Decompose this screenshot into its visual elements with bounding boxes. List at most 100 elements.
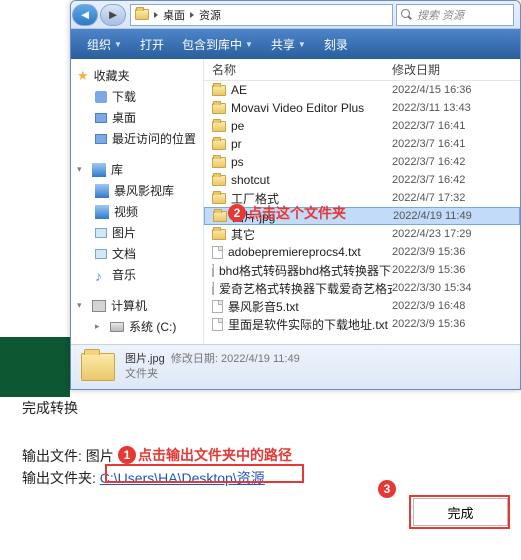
- file-row[interactable]: 暴风影音5.txt 2022/3/9 16:48: [204, 297, 520, 315]
- file-name: 暴风影音5.txt: [228, 298, 299, 315]
- file-name: adobepremiereprocs4.txt: [228, 245, 361, 259]
- file-row[interactable]: AE 2022/4/15 16:36: [204, 81, 520, 99]
- status-text: 图片.jpg 修改日期: 2022/4/19 11:49 文件夹: [125, 352, 300, 383]
- cmd-share[interactable]: 共享 ▼: [263, 33, 314, 56]
- chevron-icon: [154, 12, 158, 18]
- annotation-1: 1点击输出文件夹中的路径: [118, 445, 292, 465]
- sidebar-item-docs[interactable]: 文档: [71, 243, 203, 264]
- file-icon: [212, 246, 223, 259]
- file-list: 名称 修改日期 AE 2022/4/15 16:36 Movavi Video Ed…: [204, 59, 520, 344]
- search-icon: [401, 9, 413, 21]
- desktop-icon: [95, 113, 107, 123]
- folder-icon: [212, 103, 226, 114]
- sidebar-item-recent[interactable]: 最近访问的位置: [71, 128, 203, 149]
- sidebar-libraries[interactable]: ▾ 库: [71, 159, 203, 180]
- file-date: 2022/4/7 17:32: [392, 192, 520, 204]
- file-row[interactable]: ps 2022/3/7 16:42: [204, 153, 520, 171]
- file-icon: [212, 318, 223, 331]
- file-date: 2022/3/9 16:48: [392, 300, 520, 312]
- breadcrumb-1[interactable]: 桌面: [163, 7, 185, 23]
- annotation-2: 2点击这个文件夹: [228, 203, 346, 223]
- folder-icon: [213, 211, 227, 222]
- search-placeholder: 搜索 资源: [417, 7, 464, 23]
- cmd-organize[interactable]: 组织 ▼: [79, 33, 130, 56]
- file-name: pr: [231, 137, 242, 151]
- sidebar-item-pictures[interactable]: 图片: [71, 222, 203, 243]
- folder-icon: [212, 121, 226, 132]
- annotation-3: 3: [378, 480, 396, 498]
- file-name: Movavi Video Editor Plus: [231, 101, 364, 115]
- output-file-label: 输出文件: 图片: [22, 446, 114, 466]
- file-row[interactable]: 爱奇艺格式转换器下载爱奇艺格式转换工...2022/3/30 15:34: [204, 279, 520, 297]
- output-dir-path[interactable]: C:\Users\HA\Desktop\资源: [100, 470, 265, 486]
- chevron-down-icon: ▼: [245, 40, 253, 49]
- file-date: 2022/4/19 11:49: [393, 210, 519, 222]
- file-row[interactable]: shotcut 2022/3/7 16:42: [204, 171, 520, 189]
- search-input[interactable]: 搜索 资源: [396, 4, 514, 26]
- music-icon: ♪: [95, 268, 107, 282]
- explorer-body: ★ 收藏夹 下载 桌面 最近访问的位置 ▾ 库 暴风影视库 视频 图片 文档 ♪…: [71, 59, 520, 344]
- download-icon: [95, 91, 107, 103]
- status-bar: 图片.jpg 修改日期: 2022/4/19 11:49 文件夹: [71, 344, 520, 389]
- sidebar-item-videos[interactable]: 视频: [71, 201, 203, 222]
- file-date: 2022/3/11 13:43: [392, 102, 520, 114]
- file-row[interactable]: pr 2022/3/7 16:41: [204, 135, 520, 153]
- folder-icon: [81, 353, 115, 381]
- folder-icon: [212, 229, 226, 240]
- column-headers[interactable]: 名称 修改日期: [204, 59, 520, 81]
- file-row[interactable]: Movavi Video Editor Plus 2022/3/11 13:43: [204, 99, 520, 117]
- nav-fwd-button[interactable]: ►: [100, 4, 126, 26]
- file-date: 2022/3/9 15:36: [392, 264, 520, 276]
- file-name: ps: [231, 155, 244, 169]
- file-row[interactable]: pe2022/3/7 16:41: [204, 117, 520, 135]
- sidebar-item-c-drive[interactable]: ▸系统 (C:): [71, 316, 203, 337]
- cmd-open[interactable]: 打开: [132, 33, 172, 56]
- sidebar-item-music[interactable]: ♪音乐: [71, 264, 203, 285]
- sidebar-item[interactable]: 暴风影视库: [71, 180, 203, 201]
- file-date: 2022/3/7 16:41: [392, 120, 520, 132]
- col-name[interactable]: 名称: [212, 61, 392, 78]
- chevron-down-icon: ▼: [298, 40, 306, 49]
- file-date: 2022/3/7 16:42: [392, 174, 520, 186]
- folder-icon: [212, 85, 226, 96]
- chevron-icon: [190, 12, 194, 18]
- cmd-include[interactable]: 包含到库中 ▼: [174, 33, 261, 56]
- folder-icon: [135, 9, 149, 20]
- sidebar: ★ 收藏夹 下载 桌面 最近访问的位置 ▾ 库 暴风影视库 视频 图片 文档 ♪…: [71, 59, 204, 344]
- sidebar-item-downloads[interactable]: 下载: [71, 86, 203, 107]
- file-row[interactable]: adobepremiereprocs4.txt2022/3/9 15:36: [204, 243, 520, 261]
- file-icon: [212, 282, 214, 295]
- chevron-down-icon: ▼: [114, 40, 122, 49]
- disk-icon: [110, 322, 124, 332]
- command-bar: 组织 ▼ 打开 包含到库中 ▼ 共享 ▼ 刻录: [71, 29, 520, 59]
- library-icon: [92, 163, 106, 177]
- file-date: 2022/3/7 16:42: [392, 156, 520, 168]
- chevron-icon: ▸: [95, 321, 105, 332]
- file-date: 2022/4/15 16:36: [392, 84, 520, 96]
- computer-icon: [92, 300, 106, 312]
- folder-icon: [212, 139, 226, 150]
- file-name: 爱奇艺格式转换器下载爱奇艺格式转换工...: [219, 280, 392, 297]
- file-row[interactable]: 其它2022/4/23 17:29: [204, 225, 520, 243]
- breadcrumb-2[interactable]: 资源: [199, 7, 221, 23]
- sidebar-favorites[interactable]: ★ 收藏夹: [71, 65, 203, 86]
- file-row[interactable]: 里面是软件实际的下载地址.txt2022/3/9 15:36: [204, 315, 520, 333]
- file-name: 其它: [231, 226, 255, 243]
- sidebar-item-desktop[interactable]: 桌面: [71, 107, 203, 128]
- file-name: shotcut: [231, 173, 270, 187]
- address-bar[interactable]: 桌面 资源: [130, 4, 393, 26]
- file-name: AE: [231, 83, 247, 97]
- output-dir-row: 输出文件夹: C:\Users\HA\Desktop\资源: [22, 468, 265, 488]
- folder-icon: [212, 175, 226, 186]
- folder-icon: [212, 157, 226, 168]
- done-button[interactable]: 完成: [413, 498, 508, 526]
- file-row[interactable]: bhd格式转码器bhd格式转换器下载.txt2022/3/9 15:36: [204, 261, 520, 279]
- titlebar: ◄ ► 桌面 资源 搜索 资源: [71, 1, 520, 29]
- cmd-burn[interactable]: 刻录: [316, 33, 356, 56]
- sidebar-computer[interactable]: ▾ 计算机: [71, 295, 203, 316]
- file-date: 2022/3/7 16:41: [392, 138, 520, 150]
- col-mdate[interactable]: 修改日期: [392, 61, 520, 78]
- file-icon: [212, 300, 223, 313]
- folder-icon: [212, 193, 226, 204]
- nav-back-button[interactable]: ◄: [72, 4, 98, 26]
